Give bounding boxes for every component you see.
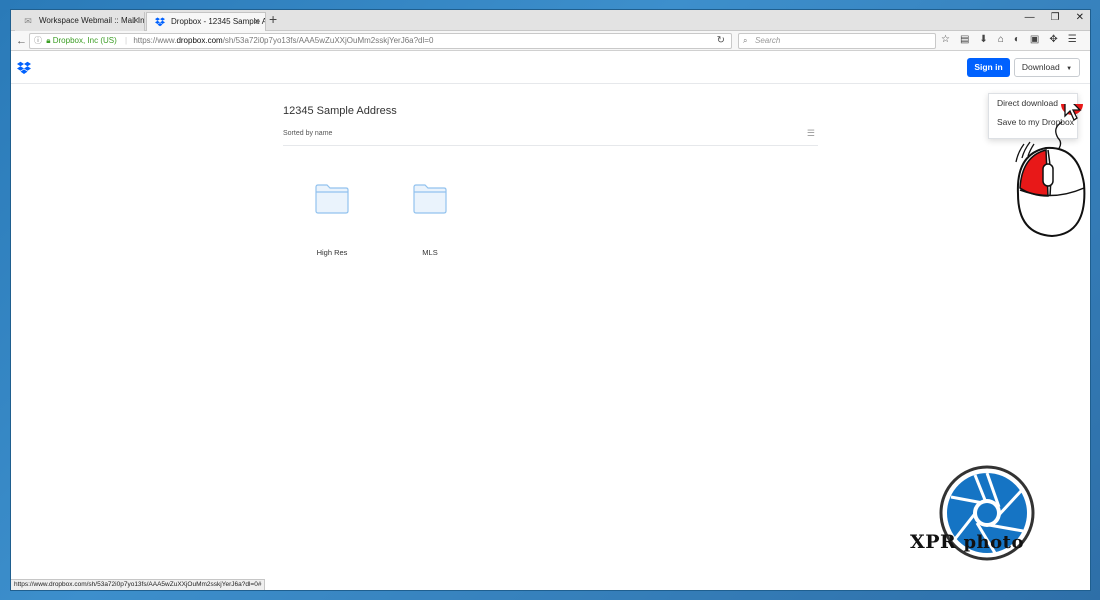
restore-icon[interactable]: ❐ — [1051, 12, 1060, 23]
search-placeholder: Search — [755, 36, 781, 45]
site-identity[interactable]: Dropbox, Inc (US) — [53, 36, 117, 45]
home-icon[interactable]: ⌂ — [998, 34, 1004, 45]
page-header: Sign in Download ▼ — [11, 52, 1090, 84]
folder-item-high-res[interactable]: High Res — [297, 184, 367, 257]
folder-icon — [413, 184, 447, 214]
dropbox-icon — [155, 17, 165, 27]
tab-label: Workspace Webmail :: Mail Inbox — [39, 16, 145, 25]
webmail-icon: ✉ — [24, 16, 32, 26]
clipboard-icon[interactable]: ▤ — [960, 34, 969, 45]
lock-icon: 🔒︎ — [46, 36, 51, 45]
download-button[interactable]: Download ▼ — [1014, 58, 1080, 77]
page-title: 12345 Sample Address — [283, 105, 397, 117]
folder-name: High Res — [316, 248, 348, 257]
xpr-photo-logo: XPR photo — [910, 465, 1070, 565]
toolbar-icons: ☆ ▤ ⬇ ⌂ ◐ ▣ ✥ ☰ — [941, 34, 1077, 45]
close-tab-icon[interactable]: × — [133, 12, 139, 30]
url-host: dropbox.com — [176, 36, 223, 45]
tab-label: Dropbox - 12345 Sample Address — [171, 17, 265, 26]
status-bar-url: https://www.dropbox.com/sh/53a72i0p7yo13… — [11, 579, 266, 590]
folder-icon — [315, 184, 349, 214]
folder-item-mls[interactable]: MLS — [395, 184, 465, 257]
sort-label[interactable]: Sorted by name — [283, 130, 332, 137]
watermark-text: XPR photo — [910, 531, 1024, 553]
bookmark-star-icon[interactable]: ☆ — [941, 34, 950, 45]
back-arrow-icon[interactable]: ← — [16, 34, 27, 48]
window-controls: — ❐ ✕ — [1025, 12, 1084, 23]
menu-icon[interactable]: ☰ — [1068, 34, 1077, 45]
folder-name: MLS — [422, 248, 438, 257]
dropbox-logo-icon[interactable] — [17, 61, 31, 75]
search-icon: ⌕ — [743, 36, 748, 45]
url-bar[interactable]: ⓘ 🔒︎ Dropbox, Inc (US) | https://www.dro… — [29, 33, 732, 49]
tab-webmail[interactable]: ✉ Workspace Webmail :: Mail Inbox × — [15, 12, 145, 31]
url-prefix: https://www. — [133, 36, 177, 45]
addon-icon[interactable]: ✥ — [1049, 34, 1057, 45]
close-tab-icon[interactable]: × — [254, 13, 260, 31]
download-label: Download — [1021, 62, 1060, 72]
downloads-icon[interactable]: ⬇ — [979, 34, 987, 45]
close-window-icon[interactable]: ✕ — [1076, 12, 1084, 23]
sign-in-button[interactable]: Sign in — [967, 58, 1010, 77]
new-tab-button[interactable]: + — [269, 11, 277, 27]
search-input[interactable]: ⌕ Search — [738, 33, 936, 49]
minimize-icon[interactable]: — — [1025, 12, 1035, 23]
sort-bar: Sorted by name ☰ — [283, 124, 818, 146]
mouse-click-illustration-icon — [1015, 104, 1086, 238]
list-view-icon[interactable]: ☰ — [807, 128, 815, 139]
caret-down-icon: ▼ — [1066, 66, 1073, 72]
info-icon[interactable]: ⓘ — [34, 36, 42, 45]
extension-icon[interactable]: ▣ — [1030, 34, 1039, 45]
tab-dropbox[interactable]: Dropbox - 12345 Sample Address × — [146, 12, 266, 31]
tab-bar: ✉ Workspace Webmail :: Mail Inbox × Drop… — [11, 10, 1090, 31]
reload-icon[interactable]: ↻ — [717, 34, 725, 48]
nav-bar: ← ⓘ 🔒︎ Dropbox, Inc (US) | https://www.d… — [11, 31, 1090, 51]
url-path: /sh/53a72i0p7yo13fs/AAA5wZuXXjOuMm2sskjY… — [222, 36, 434, 45]
pocket-icon[interactable]: ◐ — [1014, 34, 1020, 45]
